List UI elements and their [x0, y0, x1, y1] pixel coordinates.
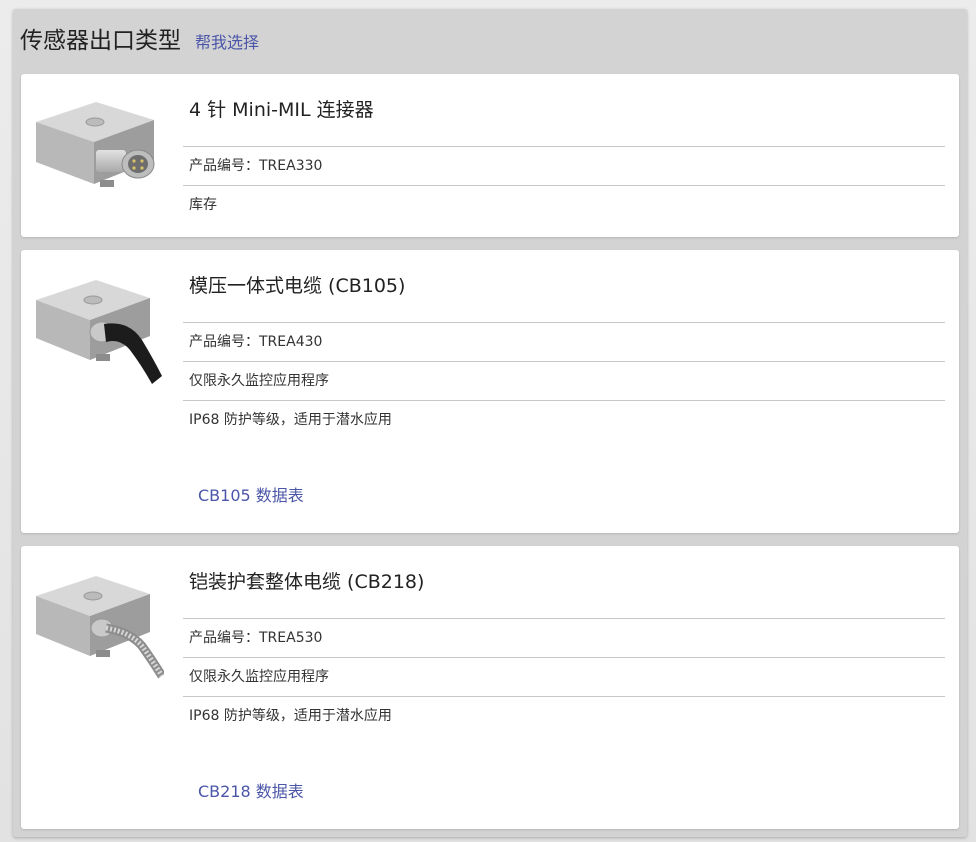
- help-me-choose-link[interactable]: 帮我选择: [195, 29, 259, 53]
- molded-cable-sensor-icon: [36, 280, 162, 384]
- application-note: 仅限永久监控应用程序: [183, 657, 945, 696]
- ip-rating: IP68 防护等级，适用于潜水应用: [183, 400, 945, 439]
- card-body: 模压一体式电缆 (CB105) 产品编号：TREA430 仅限永久监控应用程序 …: [183, 250, 945, 439]
- cb218-datasheet-link[interactable]: CB218 数据表: [198, 778, 304, 802]
- card-title: 4 针 Mini-MIL 连接器: [189, 99, 374, 121]
- armored-cable-sensor-icon: [36, 576, 164, 679]
- application-note: 仅限永久监控应用程序: [183, 361, 945, 400]
- ip-rating: IP68 防护等级，适用于潜水应用: [183, 696, 945, 735]
- option-card-connector[interactable]: 4 针 Mini-MIL 连接器 产品编号：TREA330 库存: [21, 74, 959, 237]
- connector-sensor-icon: [36, 102, 155, 187]
- cb105-datasheet-link[interactable]: CB105 数据表: [198, 482, 304, 506]
- card-title: 模压一体式电缆 (CB105): [189, 275, 406, 297]
- option-card-cb218[interactable]: 铠装护套整体电缆 (CB218) 产品编号：TREA530 仅限永久监控应用程序…: [21, 546, 959, 829]
- page-title: 传感器出口类型: [20, 28, 181, 54]
- stock-status: 库存: [183, 185, 945, 224]
- sensor-outlet-panel: 传感器出口类型 帮我选择 4 针 Mini-MIL 连接器 产品编号：TREA3…: [13, 9, 967, 837]
- card-body: 4 针 Mini-MIL 连接器 产品编号：TREA330 库存: [183, 74, 945, 224]
- option-card-cb105[interactable]: 模压一体式电缆 (CB105) 产品编号：TREA430 仅限永久监控应用程序 …: [21, 250, 959, 533]
- card-title: 铠装护套整体电缆 (CB218): [189, 571, 425, 593]
- panel-header: 传感器出口类型 帮我选择: [20, 21, 259, 54]
- part-number: 产品编号：TREA430: [183, 322, 945, 361]
- card-body: 铠装护套整体电缆 (CB218) 产品编号：TREA530 仅限永久监控应用程序…: [183, 546, 945, 735]
- part-number: 产品编号：TREA330: [183, 146, 945, 185]
- part-number: 产品编号：TREA530: [183, 618, 945, 657]
